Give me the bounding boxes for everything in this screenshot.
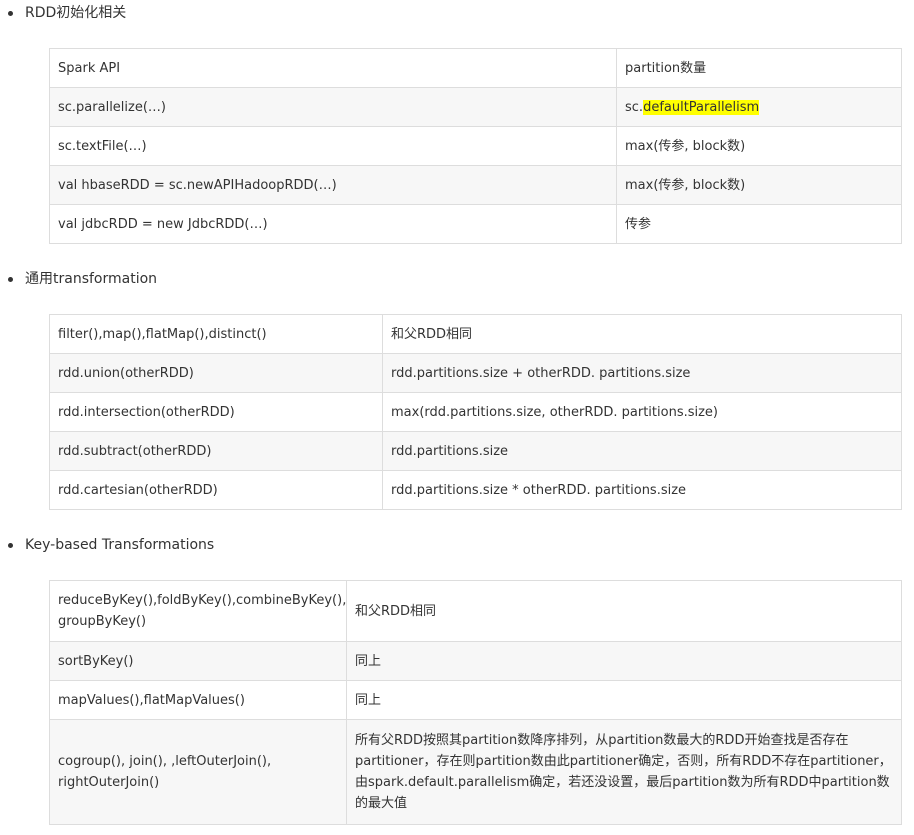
table-cell: max(rdd.partitions.size, otherRDD. parti… xyxy=(382,392,902,432)
table-cell: 同上 xyxy=(346,680,902,720)
table-cell: cogroup(), join(), ,leftOuterJoin(), rig… xyxy=(49,719,347,825)
table-row: sc.textFile(…) max(传参, block数) xyxy=(49,126,902,166)
section-title-key-based: Key-based Transformations xyxy=(25,537,215,553)
table-cell: 同上 xyxy=(346,641,902,681)
table-row: rdd.intersection(otherRDD) max(rdd.parti… xyxy=(49,392,902,432)
highlighted-text: defaultParallelism xyxy=(643,99,760,115)
table-rdd-init: Spark API partition数量 sc.parallelize(…) … xyxy=(49,48,902,244)
table-row: sortByKey() 同上 xyxy=(49,641,902,681)
table-cell: rdd.partitions.size * otherRDD. partitio… xyxy=(382,470,902,510)
table-cell: rdd.partitions.size xyxy=(382,431,902,471)
table-row: rdd.cartesian(otherRDD) rdd.partitions.s… xyxy=(49,470,902,510)
table-row: Spark API partition数量 xyxy=(49,48,902,88)
table-cell: sc.parallelize(…) xyxy=(49,87,617,127)
prefix-text: sc. xyxy=(625,99,644,115)
table-cell: partition数量 xyxy=(616,48,902,88)
table-cell: sc.textFile(…) xyxy=(49,126,617,166)
table-row: rdd.union(otherRDD) rdd.partitions.size … xyxy=(49,353,902,393)
bullet xyxy=(8,543,13,548)
table-row: reduceByKey(),foldByKey(),combineByKey()… xyxy=(49,580,902,642)
table-cell: 传参 xyxy=(616,204,902,244)
table-row: filter(),map(),flatMap(),distinct() 和父RD… xyxy=(49,314,902,354)
table-cell: rdd.union(otherRDD) xyxy=(49,353,383,393)
table-cell: rdd.cartesian(otherRDD) xyxy=(49,470,383,510)
table-cell: max(传参, block数) xyxy=(616,126,902,166)
table-transformation: filter(),map(),flatMap(),distinct() 和父RD… xyxy=(49,314,902,510)
table-cell: val hbaseRDD = sc.newAPIHadoopRDD(…) xyxy=(49,165,617,205)
table-cell: sortByKey() xyxy=(49,641,347,681)
table-row: sc.parallelize(…) sc.defaultParallelism xyxy=(49,87,902,127)
bullet xyxy=(8,277,13,282)
table-key-based: reduceByKey(),foldByKey(),combineByKey()… xyxy=(49,580,902,825)
table-cell: 所有父RDD按照其partition数降序排列，从partition数最大的RD… xyxy=(346,719,902,825)
table-row: val jdbcRDD = new JdbcRDD(…) 传参 xyxy=(49,204,902,244)
table-cell: val jdbcRDD = new JdbcRDD(…) xyxy=(49,204,617,244)
table-row: cogroup(), join(), ,leftOuterJoin(), rig… xyxy=(49,719,902,825)
section-title-rdd-init: RDD初始化相关 xyxy=(25,5,127,21)
table-row: rdd.subtract(otherRDD) rdd.partitions.si… xyxy=(49,431,902,471)
table-cell: rdd.subtract(otherRDD) xyxy=(49,431,383,471)
table-cell: Spark API xyxy=(49,48,617,88)
table-cell: reduceByKey(),foldByKey(),combineByKey()… xyxy=(49,580,347,642)
section-title-transformation: 通用transformation xyxy=(25,271,158,287)
table-cell: rdd.partitions.size + otherRDD. partitio… xyxy=(382,353,902,393)
table-row: val hbaseRDD = sc.newAPIHadoopRDD(…) max… xyxy=(49,165,902,205)
table-cell: filter(),map(),flatMap(),distinct() xyxy=(49,314,383,354)
table-cell: max(传参, block数) xyxy=(616,165,902,205)
table-cell: rdd.intersection(otherRDD) xyxy=(49,392,383,432)
table-cell: mapValues(),flatMapValues() xyxy=(49,680,347,720)
table-cell: 和父RDD相同 xyxy=(346,580,902,642)
table-cell: sc.defaultParallelism xyxy=(616,87,902,127)
table-cell: 和父RDD相同 xyxy=(382,314,902,354)
table-row: mapValues(),flatMapValues() 同上 xyxy=(49,680,902,720)
bullet xyxy=(8,11,13,16)
